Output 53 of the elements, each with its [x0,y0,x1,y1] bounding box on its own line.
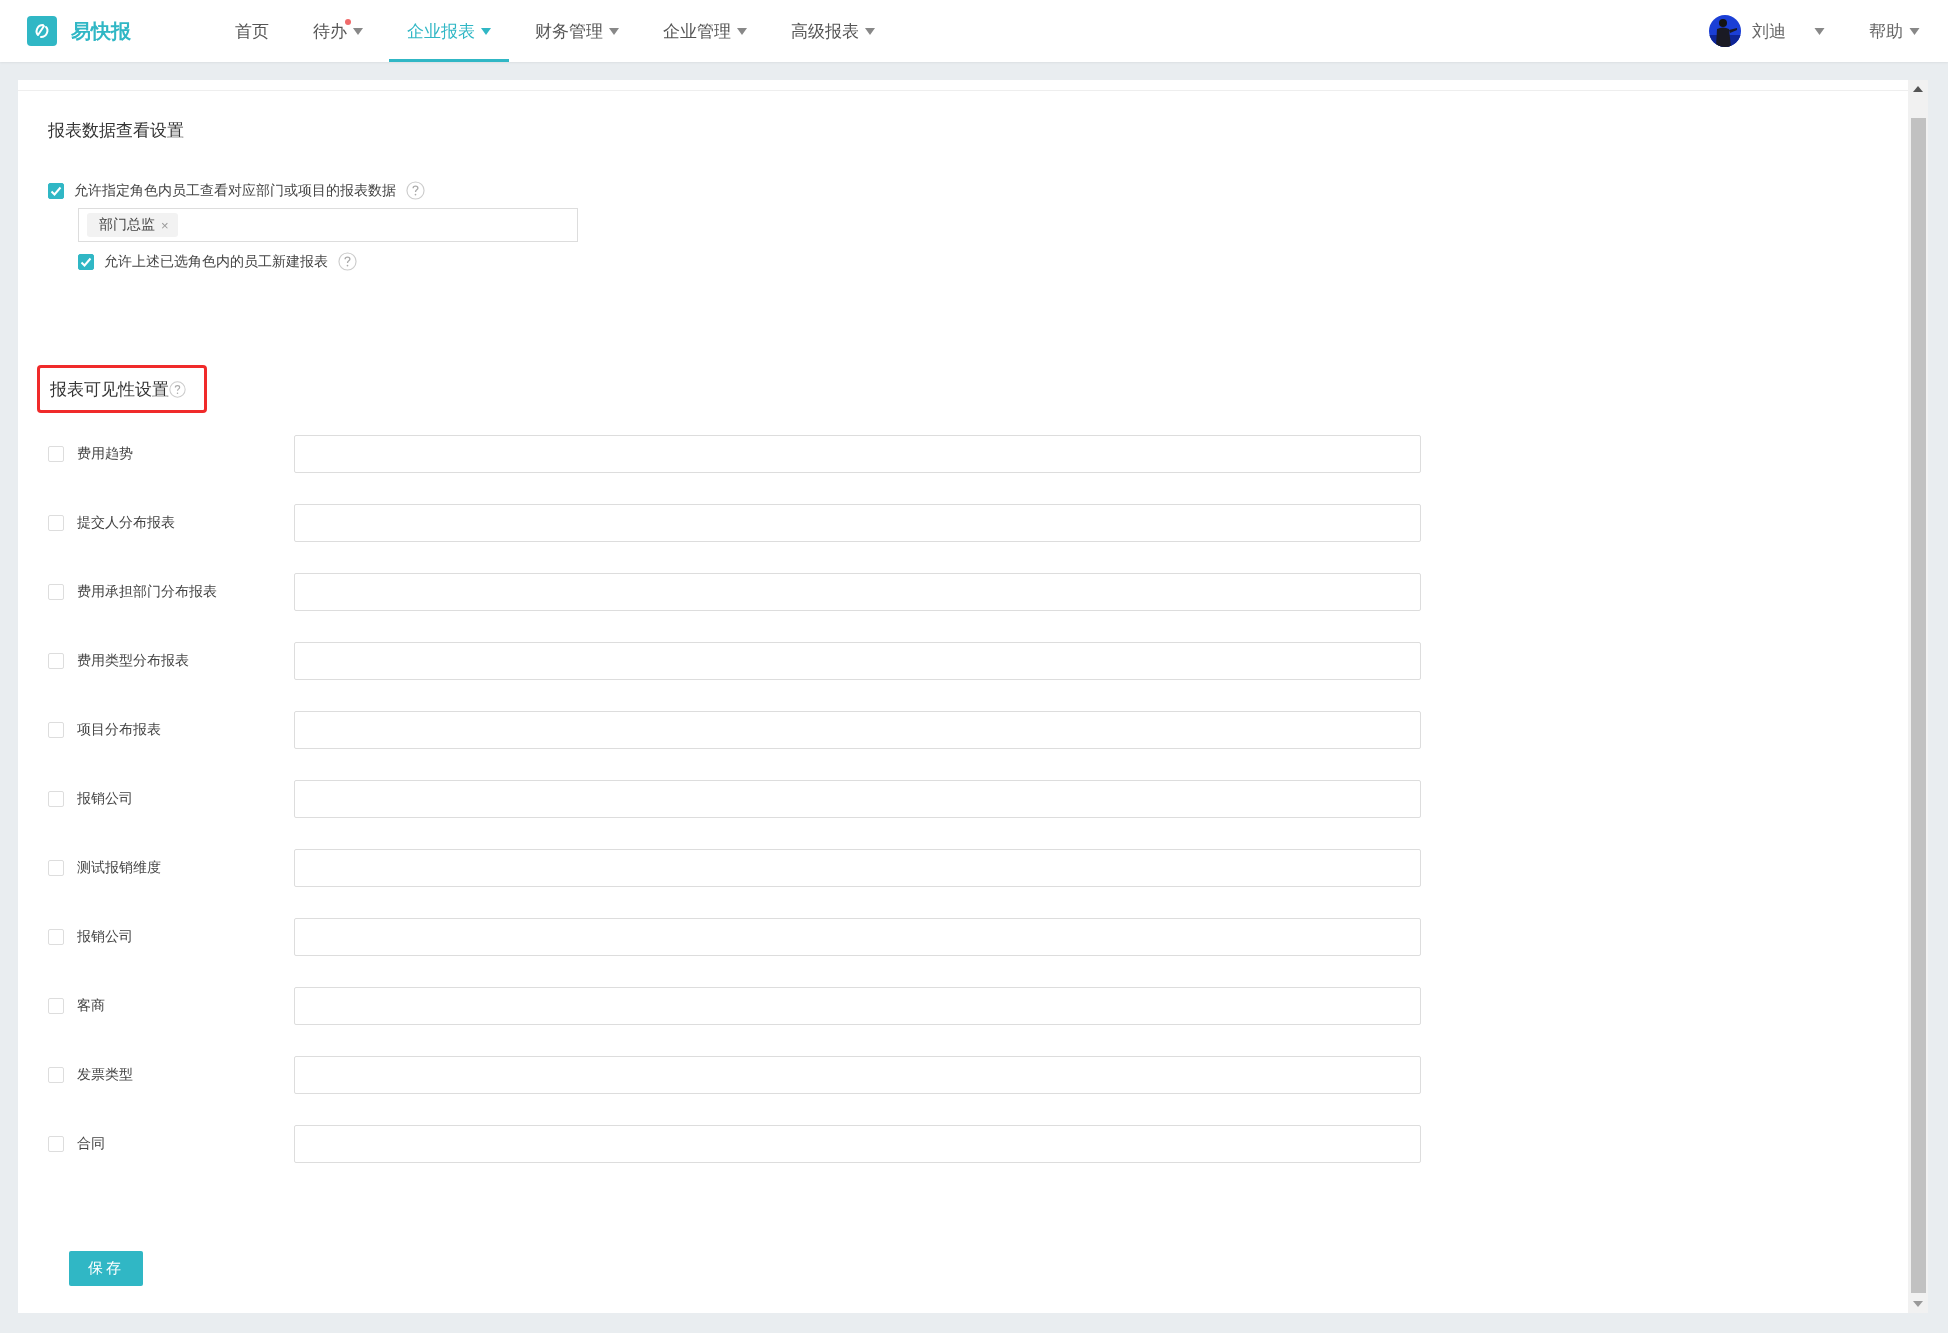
nav-tab[interactable]: 企业管理 [645,0,765,62]
checkbox-label: 允许指定角色内员工查看对应部门或项目的报表数据 [74,181,396,200]
report-label: 提交人分布报表 [77,513,176,532]
scrollbar[interactable] [1908,80,1928,1313]
role-select-field[interactable] [294,572,1421,611]
role-select-field[interactable] [294,434,1421,473]
brand-name: 易快报 [71,18,131,44]
checkbox[interactable] [48,182,64,199]
role-tag: 部门总监 × [87,213,178,237]
caret-icon [1909,27,1920,35]
role-select-field[interactable] [294,848,1421,887]
help-menu[interactable]: 帮助 [1869,19,1920,43]
role-select-field[interactable] [294,1055,1421,1094]
role-select-field[interactable] [294,779,1421,818]
report-label: 报销公司 [77,927,134,946]
help-icon [406,181,425,200]
scrollbar-thumb[interactable] [1910,118,1926,1293]
role-select-field[interactable] [294,710,1421,749]
role-select-field[interactable]: 部门总监 × [78,208,578,242]
caret-icon [865,27,875,35]
nav-tab[interactable]: 首页 [217,0,287,62]
report-label: 项目分布报表 [77,720,162,739]
logo-icon [27,16,57,46]
role-select-field[interactable] [294,986,1421,1025]
section-title: 报表可见性设置 [50,379,169,401]
nav-tab[interactable]: 财务管理 [517,0,637,62]
role-select-field[interactable] [294,641,1421,680]
caret-icon [1814,27,1825,35]
user-menu[interactable]: 刘迪 [1709,15,1825,47]
report-label: 费用承担部门分布报表 [77,582,218,601]
scroll-down-icon[interactable] [1913,1301,1923,1307]
nav-tab[interactable]: 待办 [295,0,381,62]
report-label: 发票类型 [77,1065,134,1084]
role-select-field[interactable] [294,917,1421,956]
scroll-up-icon[interactable] [1913,86,1923,92]
checkbox-label: 允许上述已选角色内的员工新建报表 [104,252,328,271]
checkbox[interactable] [78,253,94,270]
report-label: 报销公司 [77,789,134,808]
caret-icon [481,27,491,35]
caret-icon [609,27,619,35]
report-label: 测试报销维度 [77,858,162,877]
role-select-field[interactable] [294,1124,1421,1163]
help-icon [169,381,186,398]
section-title: 报表数据查看设置 [48,120,185,142]
report-label: 费用类型分布报表 [77,651,190,670]
nav-tab[interactable]: 高级报表 [773,0,893,62]
report-label: 合同 [77,1134,106,1153]
caret-icon [737,27,747,35]
role-select-field[interactable] [294,503,1421,542]
caret-icon [353,27,363,35]
help-icon [338,252,357,271]
report-label: 费用趋势 [77,444,134,463]
report-label: 客商 [77,996,106,1015]
